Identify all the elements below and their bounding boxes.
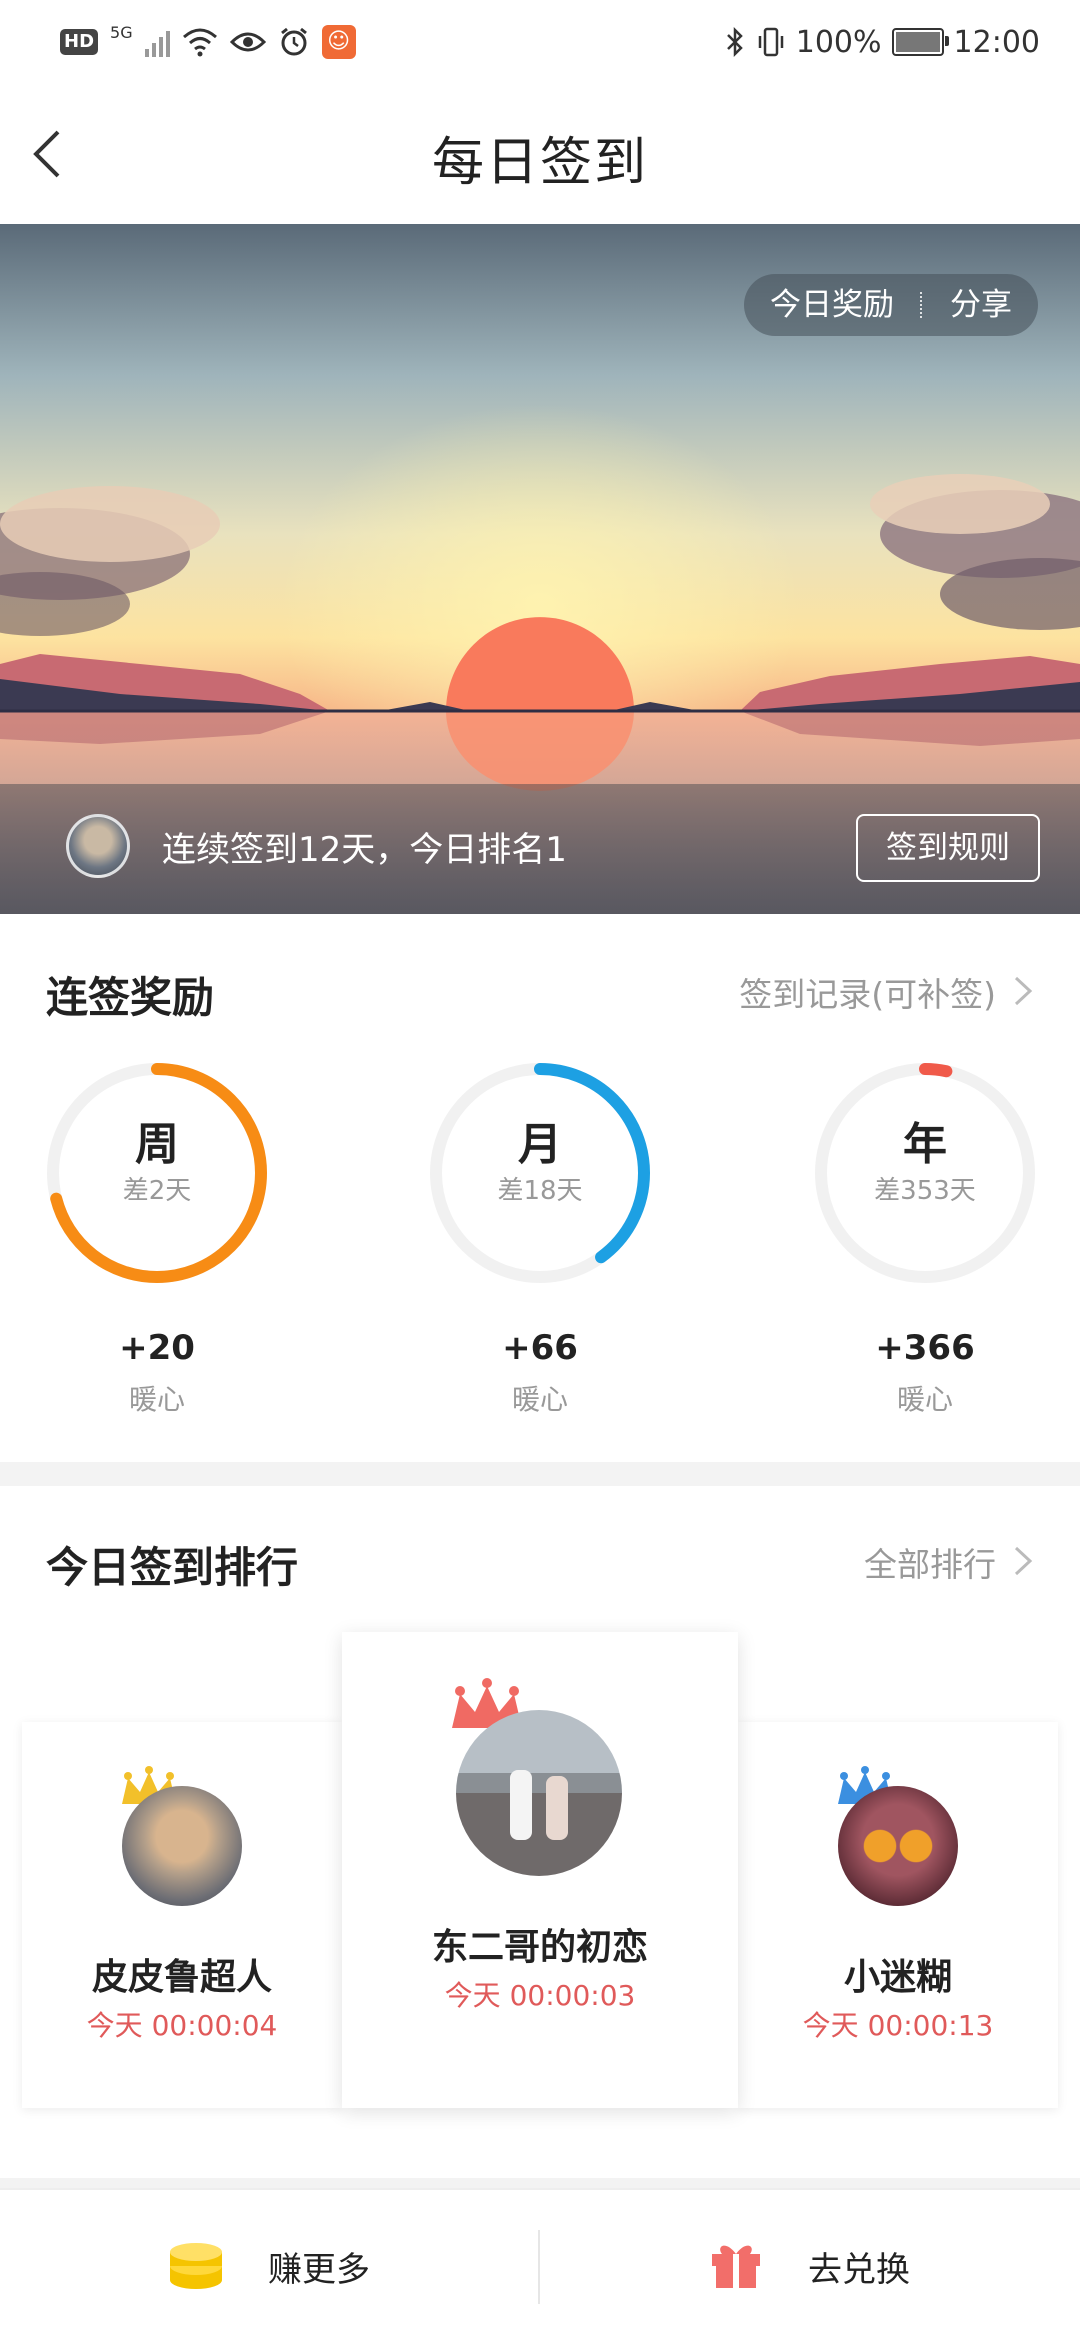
chevron-right-icon [1014, 1546, 1033, 1576]
earn-more-label: 赚更多 [268, 2250, 370, 2290]
streak-summary: 连续签到12天，今日排名1 [162, 830, 567, 870]
section-divider [0, 1462, 1080, 1486]
rank-day: 今天 [444, 1979, 501, 2012]
battery-percent: 100% [795, 24, 882, 60]
bluetooth-icon [726, 26, 743, 58]
share-button[interactable]: 分享 [924, 274, 1038, 336]
bottom-action-bar: 赚更多 去兑换 [0, 2188, 1080, 2342]
coins-icon [170, 2243, 222, 2289]
redeem-label: 去兑换 [808, 2250, 910, 2290]
header: 每日签到 [0, 84, 1080, 224]
status-icons-right: 100% 12:00 [724, 22, 1040, 62]
checkin-record-link[interactable]: 签到记录(可补签) [739, 968, 996, 1016]
chevron-right-icon [1014, 976, 1033, 1006]
rank-time-value: 00:00:04 [151, 2009, 278, 2042]
rank-avatar [456, 1710, 622, 1876]
banner-actions: 今日奖励 分享 [744, 274, 1038, 336]
earn-more-button[interactable]: 赚更多 [0, 2190, 540, 2342]
rank-avatar [838, 1786, 958, 1906]
streak-rewards-title: 连签奖励 [46, 973, 215, 1022]
rank-card-second[interactable]: 皮皮鲁超人 今天 00:00:04 [22, 1722, 342, 2108]
streak-month-remaining: 差18天 [497, 1176, 583, 1206]
streak-month-label: 月 [518, 1119, 562, 1170]
app-notification-icon: ☺ [321, 25, 356, 59]
streak-year-reward: +366 [875, 1328, 975, 1368]
banner: 今日奖励 分享 [0, 224, 1080, 914]
streak-week-unit: 暖心 [128, 1383, 185, 1416]
rank-name: 皮皮鲁超人 [91, 1957, 272, 1998]
gift-icon [712, 2245, 760, 2288]
rank-day: 今天 [802, 2009, 859, 2042]
page-title: 每日签到 [431, 133, 648, 193]
hd-badge: HD [60, 29, 99, 55]
rank-name: 小迷糊 [843, 1957, 952, 1998]
eye-icon [229, 32, 266, 52]
rank-day: 今天 [86, 2009, 143, 2042]
streak-week-reward: +20 [119, 1328, 195, 1368]
rank-time: 今天 00:00:13 [738, 2004, 1058, 2044]
ranking-title: 今日签到排行 [46, 1543, 299, 1592]
streak-week-remaining: 差2天 [122, 1176, 192, 1206]
rank-card-third[interactable]: 小迷糊 今天 00:00:13 [738, 1722, 1058, 2108]
clock: 12:00 [953, 24, 1040, 60]
network-type: 5G [110, 22, 133, 42]
streak-week-label: 周 [135, 1119, 179, 1170]
user-avatar[interactable] [66, 814, 130, 878]
wifi-icon [182, 28, 217, 57]
streak-month-unit: 暖心 [511, 1383, 568, 1416]
redeem-button[interactable]: 去兑换 [540, 2190, 1080, 2342]
rank-name: 东二哥的初恋 [431, 1927, 648, 1968]
all-ranking-link[interactable]: 全部排行 [864, 1538, 996, 1586]
streak-month: 月 差18天 +66 暖心 [425, 1058, 655, 1418]
rank-time: 今天 00:00:03 [342, 1974, 738, 2014]
rank-time-value: 00:00:13 [867, 2009, 994, 2042]
streak-year: 年 差353天 +366 暖心 [810, 1058, 1040, 1418]
status-icons-left: HD 5G ☺ [60, 22, 356, 62]
streak-year-remaining: 差353天 [874, 1176, 976, 1206]
section-divider [0, 2178, 1080, 2188]
rank-time: 今天 00:00:04 [22, 2004, 342, 2044]
streak-year-label: 年 [903, 1119, 947, 1170]
streak-year-unit: 暖心 [896, 1383, 953, 1416]
streak-month-reward: +66 [502, 1328, 578, 1368]
status-bar: HD 5G ☺ 100% 12:00 [0, 0, 1080, 84]
checkin-rules-button[interactable]: 签到规则 [856, 814, 1040, 882]
rank-time-value: 00:00:03 [509, 1979, 636, 2012]
vibrate-icon [758, 27, 783, 57]
signal-icon [144, 27, 170, 57]
rank-card-first[interactable]: 东二哥的初恋 今天 00:00:03 [342, 1632, 738, 2108]
alarm-icon [280, 27, 307, 56]
battery-icon [891, 28, 949, 56]
today-reward-button[interactable]: 今日奖励 [744, 274, 920, 336]
streak-week: 周 差2天 +20 暖心 [42, 1058, 272, 1418]
rank-avatar [122, 1786, 242, 1906]
